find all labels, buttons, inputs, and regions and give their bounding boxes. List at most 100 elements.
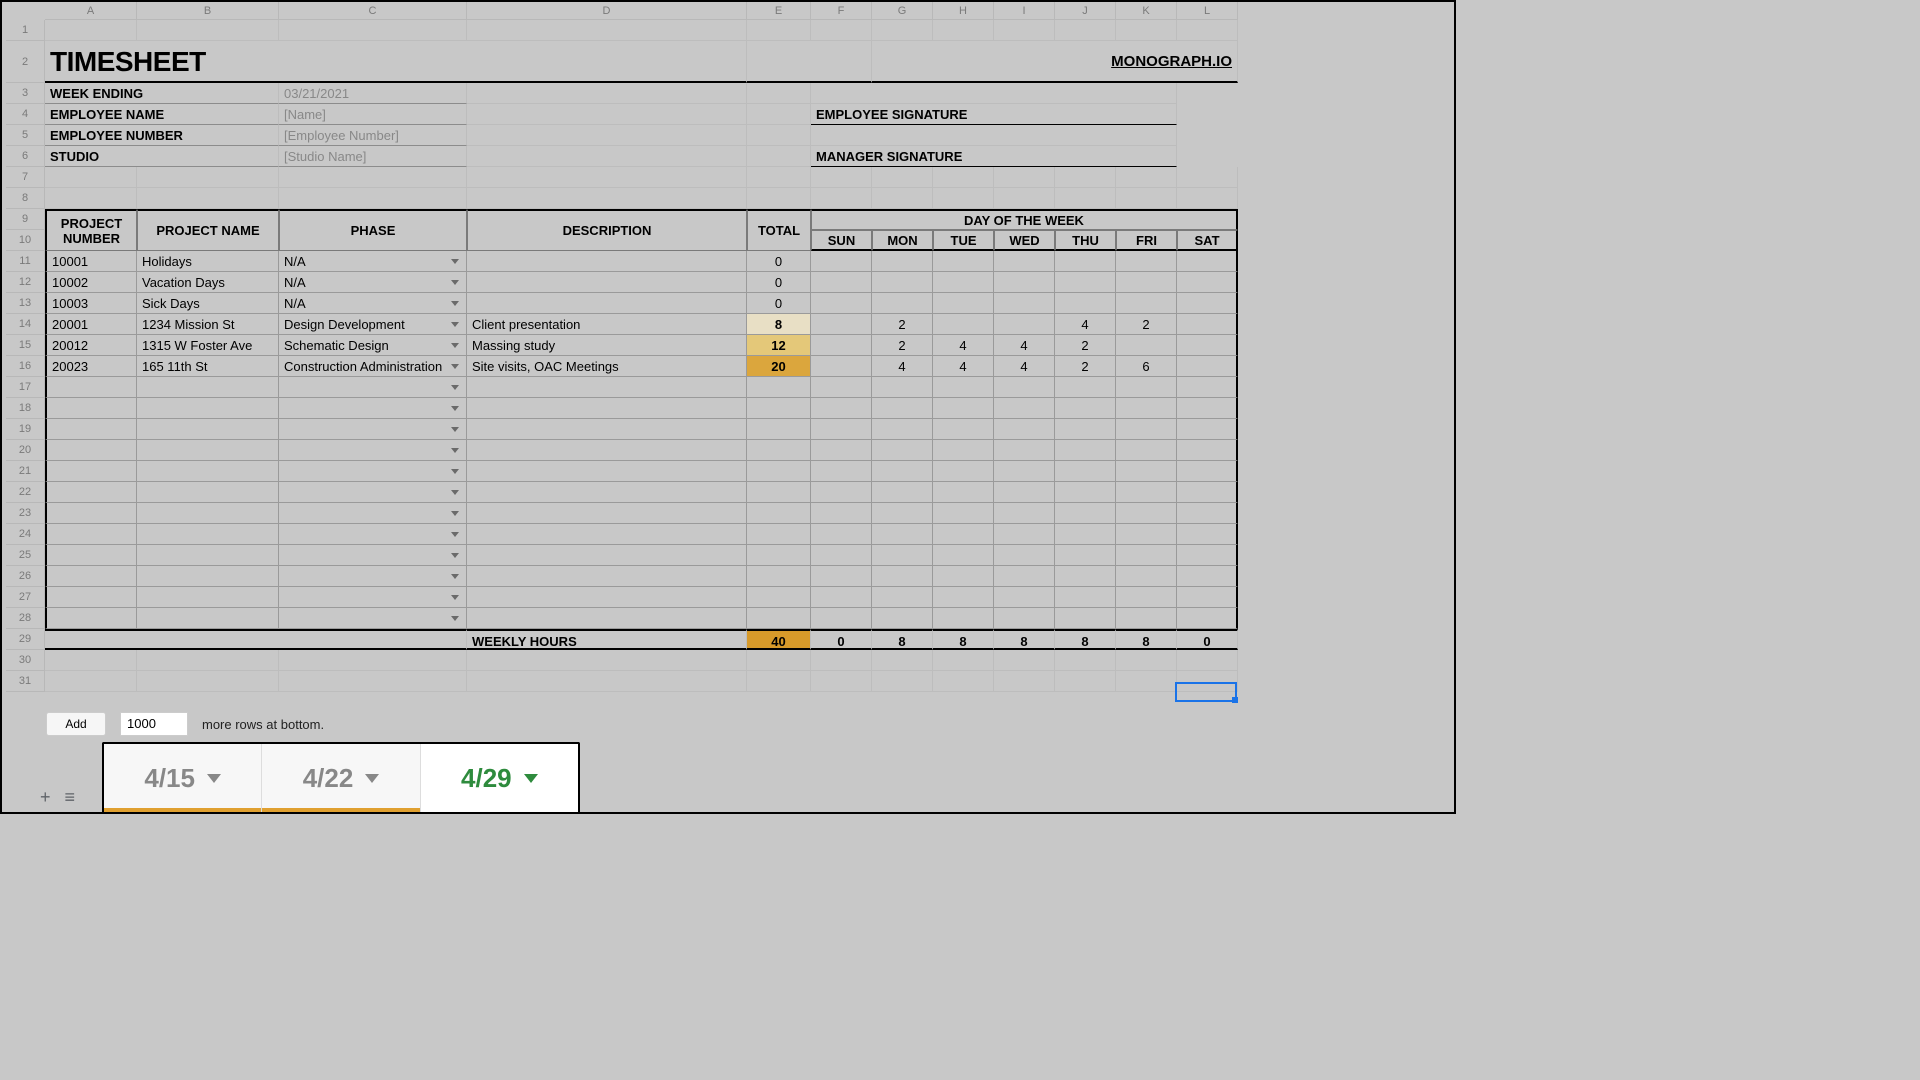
cell[interactable] [1177, 566, 1238, 587]
sheet-tab[interactable]: 4/29 [421, 744, 578, 812]
cell[interactable] [467, 251, 747, 272]
col-header[interactable]: A [45, 2, 137, 20]
cell[interactable] [1177, 671, 1238, 692]
cell[interactable] [1055, 293, 1116, 314]
cell[interactable] [747, 650, 811, 671]
cell[interactable] [45, 545, 137, 566]
cell[interactable] [137, 671, 279, 692]
dropdown-icon[interactable] [451, 406, 459, 411]
cell[interactable] [933, 167, 994, 188]
cell[interactable] [1116, 251, 1177, 272]
cell[interactable] [933, 566, 994, 587]
cell[interactable] [811, 398, 872, 419]
cell[interactable] [1177, 20, 1238, 41]
cell[interactable] [933, 671, 994, 692]
row-header[interactable]: 7 [6, 167, 45, 188]
row-header[interactable]: 2 [6, 41, 45, 83]
cell[interactable] [1116, 461, 1177, 482]
cell[interactable] [1055, 251, 1116, 272]
col-header[interactable]: I [994, 2, 1055, 20]
cell[interactable] [45, 587, 137, 608]
cell[interactable] [811, 167, 872, 188]
cell[interactable] [467, 524, 747, 545]
cell[interactable]: 10001 [45, 251, 137, 272]
cell[interactable] [279, 167, 467, 188]
cell[interactable] [933, 608, 994, 629]
phase-dropdown[interactable] [279, 461, 467, 482]
cell[interactable] [137, 650, 279, 671]
cell[interactable] [811, 419, 872, 440]
row-header[interactable]: 26 [6, 566, 45, 587]
weekly-total[interactable]: 40 [747, 629, 811, 650]
dropdown-icon[interactable] [451, 553, 459, 558]
cell[interactable] [872, 503, 933, 524]
field-value[interactable]: [Studio Name] [279, 146, 467, 167]
cell[interactable] [1116, 398, 1177, 419]
cell[interactable] [994, 587, 1055, 608]
cell[interactable] [1055, 377, 1116, 398]
dropdown-icon[interactable] [451, 301, 459, 306]
dropdown-icon[interactable] [451, 595, 459, 600]
cell[interactable] [1177, 461, 1238, 482]
cell[interactable] [994, 608, 1055, 629]
row-header[interactable]: 21 [6, 461, 45, 482]
cell[interactable] [933, 419, 994, 440]
cell[interactable] [994, 524, 1055, 545]
cell[interactable] [994, 167, 1055, 188]
cell[interactable] [1055, 545, 1116, 566]
cell[interactable] [994, 398, 1055, 419]
dropdown-icon[interactable] [451, 574, 459, 579]
phase-dropdown[interactable] [279, 524, 467, 545]
cell[interactable]: 1234 Mission St [137, 314, 279, 335]
cell[interactable] [137, 377, 279, 398]
col-header[interactable]: H [933, 2, 994, 20]
cell[interactable] [45, 167, 137, 188]
sheet-tab[interactable]: 4/22 [262, 744, 420, 812]
row-header[interactable]: 5 [6, 125, 45, 146]
add-sheet-icon[interactable]: + [40, 787, 51, 808]
cell[interactable] [137, 524, 279, 545]
col-header[interactable]: L [1177, 2, 1238, 20]
cell[interactable] [1116, 566, 1177, 587]
cell[interactable] [1177, 440, 1238, 461]
dropdown-icon[interactable] [451, 469, 459, 474]
cell[interactable] [1177, 314, 1238, 335]
cell[interactable] [933, 650, 994, 671]
cell[interactable] [467, 125, 747, 146]
add-rows-count-input[interactable]: 1000 [120, 712, 188, 736]
dropdown-icon[interactable] [451, 532, 459, 537]
cell[interactable] [811, 608, 872, 629]
cell[interactable] [45, 20, 137, 41]
phase-dropdown[interactable] [279, 545, 467, 566]
cell[interactable] [137, 482, 279, 503]
cell[interactable] [137, 167, 279, 188]
cell[interactable] [137, 566, 279, 587]
row-header[interactable]: 30 [6, 650, 45, 671]
row-total[interactable] [747, 419, 811, 440]
add-rows-button[interactable]: Add [46, 712, 106, 736]
cell[interactable] [467, 398, 747, 419]
sheet-tab[interactable]: 4/15 [104, 744, 262, 812]
dropdown-icon[interactable] [451, 343, 459, 348]
row-header[interactable]: 8 [6, 188, 45, 209]
cell[interactable] [1177, 167, 1238, 188]
cell[interactable] [747, 83, 811, 104]
cell[interactable]: 8 [933, 629, 994, 650]
row-header[interactable]: 10 [6, 230, 45, 251]
cell[interactable] [811, 335, 872, 356]
phase-dropdown[interactable] [279, 398, 467, 419]
row-total[interactable]: 8 [747, 314, 811, 335]
cell[interactable] [994, 20, 1055, 41]
cell[interactable] [1177, 398, 1238, 419]
cell[interactable] [872, 188, 933, 209]
cell[interactable] [1116, 608, 1177, 629]
cell[interactable] [872, 377, 933, 398]
cell[interactable] [45, 419, 137, 440]
cell[interactable] [1177, 482, 1238, 503]
cell[interactable] [1055, 587, 1116, 608]
cell[interactable] [467, 566, 747, 587]
row-header[interactable]: 3 [6, 83, 45, 104]
row-header[interactable]: 23 [6, 503, 45, 524]
phase-dropdown[interactable]: N/A [279, 251, 467, 272]
cell[interactable] [45, 503, 137, 524]
